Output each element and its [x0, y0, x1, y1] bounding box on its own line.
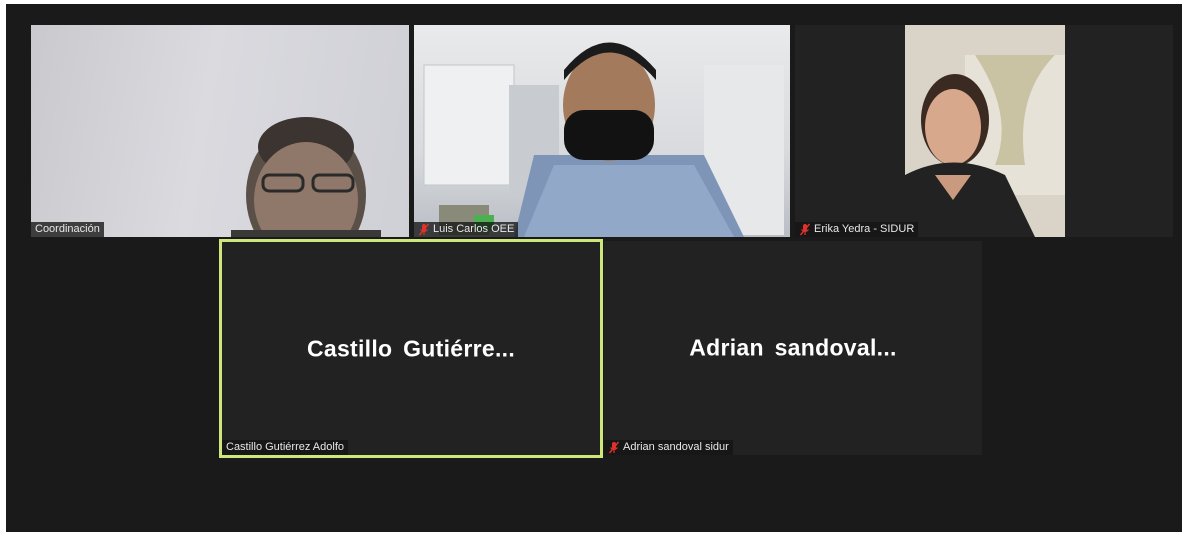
participant-name-label: Luis Carlos OEE	[414, 222, 519, 237]
participant-video-frame	[905, 25, 1065, 237]
participant-video	[905, 25, 1065, 237]
participant-name-label: Adrian sandoval sidur	[604, 440, 733, 455]
participant-name-label: Castillo Gutiérrez Adolfo	[222, 440, 348, 455]
participant-tile-coordinacion[interactable]: Coordinación	[31, 25, 409, 237]
participant-name: Castillo Gutiérrez Adolfo	[226, 441, 344, 453]
participant-video-frame	[231, 117, 381, 237]
participant-video	[31, 25, 409, 237]
participant-display-name: Castillo Gutiérre...	[306, 335, 516, 361]
participant-tile-erika-yedra[interactable]: Erika Yedra - SIDUR	[795, 25, 1173, 237]
participant-name: Luis Carlos OEE	[433, 223, 515, 235]
mic-muted-icon	[418, 223, 430, 236]
participant-name: Erika Yedra - SIDUR	[814, 223, 915, 235]
meeting-gallery-view: Coordinación Luis Carlos OEE Erika Yedra…	[6, 4, 1182, 532]
participant-tile-adrian-sandoval[interactable]: Adrian sandoval... Adrian sandoval sidur	[604, 241, 982, 455]
mic-muted-icon	[799, 223, 811, 236]
participant-video-frame	[423, 42, 784, 237]
participant-name-label: Erika Yedra - SIDUR	[795, 222, 919, 237]
mic-muted-icon	[608, 441, 620, 454]
participant-name: Adrian sandoval sidur	[623, 441, 729, 453]
participant-display-name: Adrian sandoval...	[689, 334, 897, 361]
participant-tile-castillo-gutierrez[interactable]: Castillo Gutiérre... Castillo Gutiérrez …	[219, 239, 603, 458]
participant-tile-luis-carlos[interactable]: Luis Carlos OEE	[414, 25, 790, 237]
participant-name: Coordinación	[35, 223, 100, 235]
participant-video	[414, 25, 790, 237]
participant-name-label: Coordinación	[31, 222, 104, 237]
